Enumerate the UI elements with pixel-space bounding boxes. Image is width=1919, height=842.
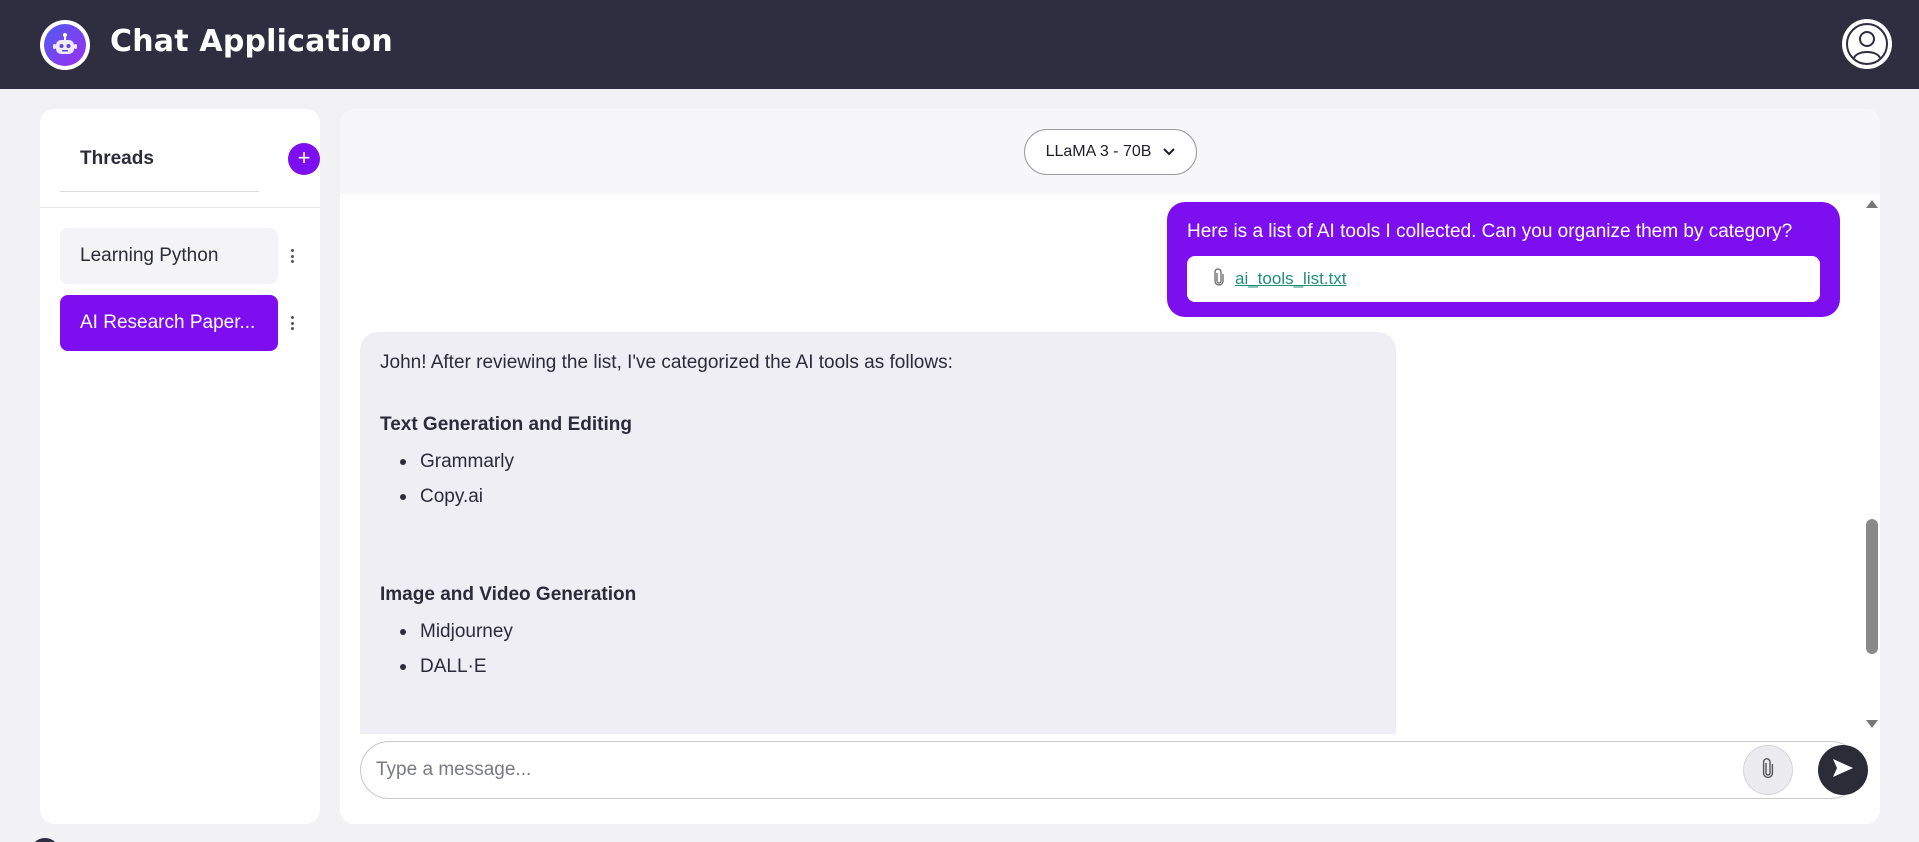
scrollbar-thumb[interactable]	[1866, 519, 1878, 654]
thread-options-icon[interactable]	[286, 244, 298, 268]
list-item: DALL·E	[400, 649, 513, 684]
threads-divider	[60, 191, 259, 192]
attachment-link[interactable]: ai_tools_list.txt	[1235, 269, 1347, 289]
paperclip-icon	[1761, 757, 1775, 784]
section-list: Midjourney DALL·E	[380, 614, 513, 684]
threads-header: Threads +	[60, 109, 320, 193]
thread-item-ai-research-paper[interactable]: AI Research Paper...	[60, 295, 278, 351]
user-message-text: Here is a list of AI tools I collected. …	[1187, 221, 1793, 242]
chat-toolbar: LLaMA 3 - 70B	[340, 109, 1880, 194]
paperclip-icon	[1213, 268, 1225, 290]
assistant-intro: John! After reviewing the list, I've cat…	[380, 352, 953, 373]
message-attachment[interactable]: ai_tools_list.txt	[1187, 256, 1820, 302]
assistant-message: John! After reviewing the list, I've cat…	[360, 332, 1396, 734]
thread-label: AI Research Paper...	[80, 312, 256, 333]
threads-sidebar: Threads + Learning Python AI Research Pa…	[40, 109, 320, 824]
attach-file-button[interactable]	[1743, 745, 1793, 795]
section-heading: Image and Video Generation	[380, 584, 637, 605]
chevron-down-icon	[1163, 143, 1176, 161]
composer	[340, 734, 1880, 824]
thread-item-learning-python[interactable]: Learning Python	[60, 228, 278, 284]
message-list[interactable]: Here is a list of AI tools I collected. …	[340, 194, 1880, 734]
robot-icon[interactable]	[40, 20, 90, 70]
user-message: Here is a list of AI tools I collected. …	[1167, 202, 1840, 317]
app-title: Chat Application	[110, 24, 393, 59]
message-input[interactable]	[360, 741, 1860, 799]
threads-title: Threads	[80, 148, 154, 169]
user-profile-icon[interactable]	[1842, 19, 1892, 69]
app-header: Chat Application	[0, 0, 1919, 89]
model-select[interactable]: LLaMA 3 - 70B	[1024, 129, 1197, 175]
send-icon	[1832, 758, 1854, 783]
model-select-value: LLaMA 3 - 70B	[1045, 143, 1152, 160]
add-thread-button[interactable]: +	[288, 143, 320, 175]
scroll-down-icon[interactable]	[1866, 720, 1878, 728]
section-list: Grammarly Copy.ai	[380, 444, 514, 514]
corner-decoration	[30, 838, 60, 842]
thread-options-icon[interactable]	[286, 311, 298, 335]
section-heading: Text Generation and Editing	[380, 414, 632, 435]
chat-panel: LLaMA 3 - 70B Here is a list of AI tools…	[340, 109, 1880, 824]
sidebar-divider	[40, 207, 320, 208]
scroll-up-icon[interactable]	[1866, 200, 1878, 208]
list-item: Midjourney	[400, 614, 513, 649]
chat-scrollbar[interactable]	[1862, 194, 1880, 734]
list-item: Grammarly	[400, 444, 514, 479]
list-item: Copy.ai	[400, 479, 514, 514]
thread-label: Learning Python	[80, 245, 219, 266]
send-button[interactable]	[1818, 745, 1868, 795]
